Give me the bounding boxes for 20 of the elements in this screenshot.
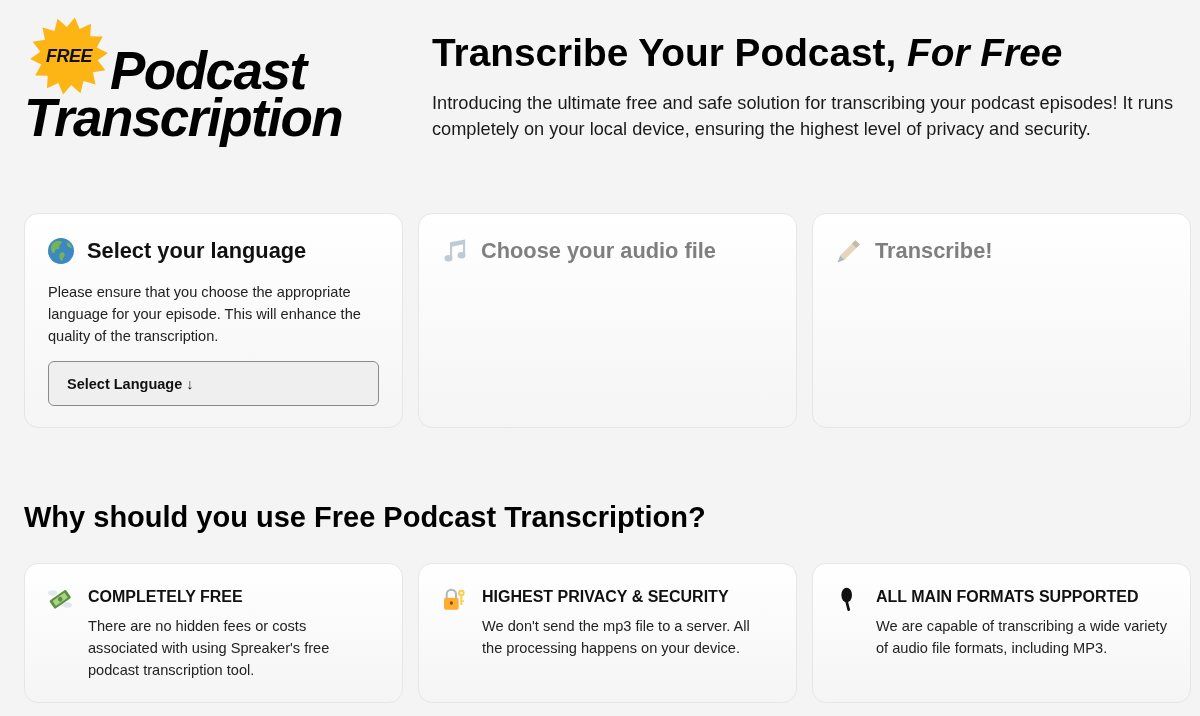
free-label: FREE	[46, 47, 92, 65]
hero-intro: Introducing the ultimate free and safe solution for transcribing your podcast episodes! It runs completely on your local device, ensuring the highest level of privacy and security.	[432, 91, 1175, 141]
starburst-icon	[30, 17, 108, 95]
feature-description: We don't send the mp3 file to a server. All the processing happens on your device.	[482, 617, 751, 658]
step-title: Transcribe!	[875, 237, 993, 265]
music-notes-icon	[442, 238, 468, 264]
feature-title: HIGHEST PRIVACY & SECURITY	[482, 587, 730, 607]
section-heading: Why should you use Free Podcast Transcription?	[24, 500, 707, 535]
step-title: Select your language	[87, 237, 307, 265]
step-description: Please ensure that you choose the appropriate language for your episode. This will enhance the quality of the transcription.	[48, 283, 362, 346]
globe-icon	[48, 238, 74, 264]
step-title: Choose your audio file	[481, 237, 716, 265]
padlock-key-icon	[442, 587, 466, 611]
feature-title: COMPLETELY FREE	[88, 587, 244, 607]
hero-title: Transcribe Your Podcast, For Free	[432, 30, 1064, 76]
feature-description: We are capable of transcribing a wide variety of audio file formats, including MP3.	[876, 617, 1168, 658]
feature-description: There are no hidden fees or costs associated with using Spreaker's free podcast transcription tool.	[88, 617, 331, 680]
pen-icon	[836, 238, 862, 264]
feature-title: ALL MAIN FORMATS SUPPORTED	[876, 587, 1140, 607]
select-language-button[interactable]: Select Language ↓	[48, 361, 379, 406]
